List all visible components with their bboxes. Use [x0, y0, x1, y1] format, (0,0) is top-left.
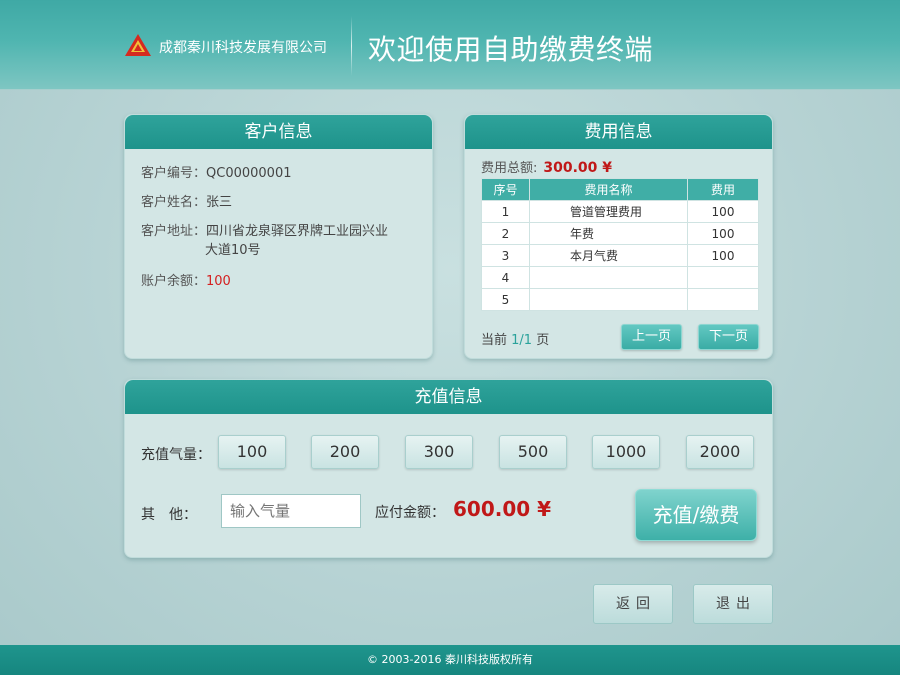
- prev-page-button[interactable]: 上一页: [621, 324, 682, 350]
- customer-balance-row: 账户余额：100: [141, 270, 231, 289]
- customer-address-label: 客户地址：: [141, 224, 207, 239]
- fee-table-header: 序号 费用名称 费用: [481, 178, 759, 201]
- col-fee: 费用: [687, 178, 759, 201]
- customer-address-line2: 大道10号: [205, 243, 261, 258]
- fee-total: 费用总额: 300.00 ¥: [481, 157, 612, 176]
- company-logo-icon: [125, 34, 151, 56]
- customer-id-label: 客户编号：: [141, 166, 207, 181]
- cell-fee-name: 年费: [529, 222, 688, 245]
- cell-fee-name: [529, 266, 688, 289]
- recharge-panel: 充值信息 充值气量： 100 200 300 500 1000 2000 其 他…: [124, 379, 773, 558]
- back-button[interactable]: 返回: [593, 584, 673, 624]
- customer-id-row: 客户编号：QC00000001: [141, 162, 292, 181]
- welcome-title: 欢迎使用自助缴费终端: [368, 33, 654, 66]
- amount-option-500[interactable]: 500: [499, 435, 567, 469]
- customer-balance-label: 账户余额：: [141, 274, 207, 289]
- fee-total-value: 300.00 ¥: [543, 160, 613, 176]
- pay-amount-value: 600.00 ¥: [453, 497, 552, 521]
- pager-info: 当前 1/1 页: [481, 329, 549, 348]
- exit-button[interactable]: 退出: [693, 584, 773, 624]
- customer-name-label: 客户姓名：: [141, 195, 207, 210]
- recharge-pay-button[interactable]: 充值/缴费: [635, 489, 757, 541]
- customer-name-row: 客户姓名：张三: [141, 191, 232, 210]
- amount-option-100[interactable]: 100: [218, 435, 286, 469]
- cell-index: 5: [481, 288, 530, 311]
- table-row: 5: [481, 288, 759, 311]
- table-row: 1 管道管理费用 100: [481, 200, 759, 223]
- col-fee-name: 费用名称: [529, 178, 688, 201]
- cell-fee: 100: [687, 244, 759, 267]
- recharge-title: 充值信息: [125, 380, 772, 414]
- pager-suffix: 页: [532, 333, 550, 348]
- amount-label: 充值气量：: [141, 447, 211, 463]
- other-label: 其 他：: [141, 507, 197, 523]
- fee-info-title: 费用信息: [465, 115, 772, 149]
- cell-index: 1: [481, 200, 530, 223]
- customer-name-value: 张三: [206, 195, 233, 210]
- customer-id-value: QC00000001: [206, 166, 292, 181]
- fee-total-label: 费用总额:: [481, 161, 538, 176]
- fee-table: 序号 费用名称 费用 1 管道管理费用 100 2 年费 100 3 本月气费 …: [481, 178, 759, 311]
- customer-balance-value: 100: [206, 274, 231, 289]
- footer-copyright: © 2003-2016 秦川科技版权所有: [0, 645, 900, 675]
- cell-fee: 100: [687, 200, 759, 223]
- cell-index: 4: [481, 266, 530, 289]
- pager-prefix: 当前: [481, 333, 512, 348]
- cell-index: 2: [481, 222, 530, 245]
- table-row: 2 年费 100: [481, 222, 759, 245]
- header-divider: [351, 16, 352, 76]
- col-index: 序号: [481, 178, 530, 201]
- pay-amount-label: 应付金额：: [375, 505, 445, 521]
- cell-index: 3: [481, 244, 530, 267]
- cell-fee-name: [529, 288, 688, 311]
- other-amount-input[interactable]: [221, 494, 361, 528]
- cell-fee-name: 管道管理费用: [529, 200, 688, 223]
- cell-fee-name: 本月气费: [529, 244, 688, 267]
- fee-info-panel: 费用信息 费用总额: 300.00 ¥ 序号 费用名称 费用 1 管道管理费用 1…: [464, 114, 773, 359]
- next-page-button[interactable]: 下一页: [698, 324, 759, 350]
- cell-fee: [687, 288, 759, 311]
- pager-current: 1/1: [511, 333, 533, 348]
- company-name: 成都秦川科技发展有限公司: [159, 40, 327, 56]
- customer-info-panel: 客户信息 客户编号：QC00000001 客户姓名：张三 客户地址：四川省龙泉驿…: [124, 114, 433, 359]
- header-bar: 成都秦川科技发展有限公司 欢迎使用自助缴费终端: [0, 0, 900, 90]
- table-row: 4: [481, 266, 759, 289]
- amount-option-1000[interactable]: 1000: [592, 435, 660, 469]
- cell-fee: 100: [687, 222, 759, 245]
- amount-option-200[interactable]: 200: [311, 435, 379, 469]
- customer-info-title: 客户信息: [125, 115, 432, 149]
- amount-option-300[interactable]: 300: [405, 435, 473, 469]
- customer-address-value: 四川省龙泉驿区界牌工业园兴业: [206, 224, 389, 239]
- customer-address-row: 客户地址：四川省龙泉驿区界牌工业园兴业: [141, 220, 388, 239]
- cell-fee: [687, 266, 759, 289]
- amount-option-2000[interactable]: 2000: [686, 435, 754, 469]
- table-row: 3 本月气费 100: [481, 244, 759, 267]
